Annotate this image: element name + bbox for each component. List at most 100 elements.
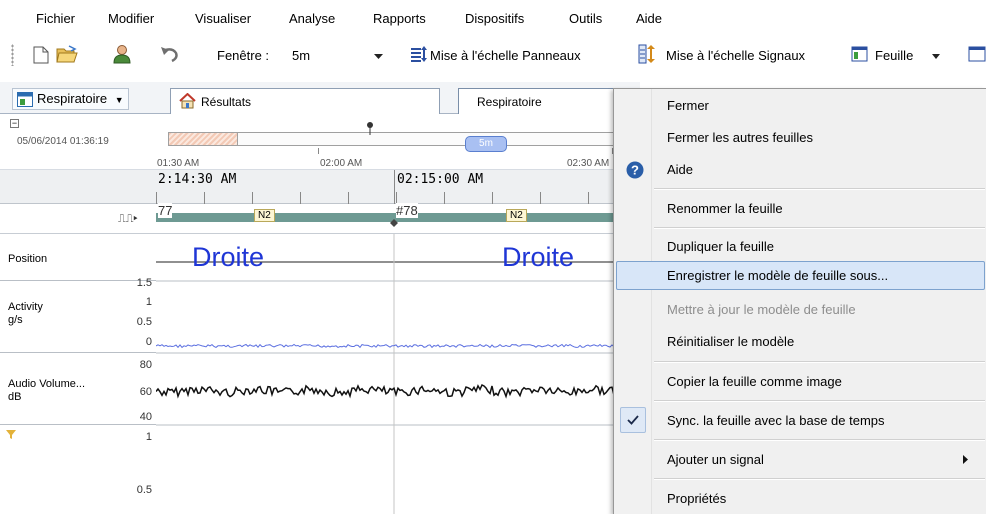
channel-activity[interactable]: Activity g/s 1.5 1 0.5 0 [0, 277, 156, 353]
menu-item-fermer[interactable]: Fermer [616, 91, 985, 120]
chevron-down-icon: ▼ [114, 95, 124, 105]
scale-panels-button[interactable]: Mise à l'échelle Panneaux [430, 48, 581, 63]
channel-unit: g/s [8, 314, 23, 326]
toolbar-grip[interactable] [11, 44, 14, 66]
chevron-down-icon[interactable] [374, 54, 383, 60]
window-label: Fenêtre : [217, 48, 270, 63]
epoch-label-1: #78 [396, 203, 418, 218]
hypnogram-row: ⎍⎍▸ 77 #78 N2 N2 [0, 203, 640, 234]
menu-outils[interactable]: Outils [569, 11, 602, 26]
time-label-1: 02:15:00 AM [397, 172, 484, 187]
menu-separator [654, 478, 985, 480]
menu-visualiser[interactable]: Visualiser [195, 11, 251, 26]
menu-item-label: Mettre à jour le modèle de feuille [667, 302, 856, 317]
menu-separator [654, 227, 985, 229]
time-ruler: 2:14:30 AM 02:15:00 AM [0, 170, 640, 204]
menu-separator [654, 400, 985, 402]
chevron-down-icon[interactable] [932, 54, 940, 59]
window-layout-icon[interactable] [968, 46, 986, 62]
help-icon: ? [626, 161, 644, 179]
overview-date: 05/06/2014 01:36:19 [17, 136, 109, 147]
signal-plot-area[interactable]: Droite Droite [156, 234, 640, 514]
tick-label: 0.5 [136, 484, 152, 496]
sheet-icon[interactable] [851, 46, 868, 62]
scale-panels-icon[interactable] [410, 45, 428, 63]
menu-item-sync[interactable]: Sync. la feuille avec la base de temps [616, 406, 985, 435]
menu-item-dupliquer[interactable]: Dupliquer la feuille [616, 232, 985, 261]
menu-item-label: Propriétés [667, 491, 727, 506]
channel-bottom[interactable]: 1 0.5 [0, 425, 156, 514]
overview-tick-1: 02:00 AM [320, 158, 363, 169]
recorded-range [168, 132, 238, 146]
menu-modifier[interactable]: Modifier [108, 11, 154, 26]
epoch-label-0: 77 [158, 203, 173, 218]
checkmark-icon [627, 415, 639, 425]
menu-rapports[interactable]: Rapports [373, 11, 426, 26]
activity-trace [156, 343, 640, 349]
time-major-tick [394, 170, 395, 204]
position-marker-icon[interactable] [366, 121, 374, 135]
tick-label: 1 [145, 431, 152, 443]
tab-respiratoire[interactable]: Respiratoire [458, 88, 628, 115]
menu-item-aide[interactable]: ? Aide [616, 155, 985, 184]
new-document-icon[interactable] [33, 46, 49, 64]
menu-item-label: Enregistrer le modèle de feuille sous... [667, 268, 889, 283]
overview-tickmark [318, 148, 319, 154]
menu-item-enregistrer-modele[interactable]: Enregistrer le modèle de feuille sous... [616, 261, 985, 290]
menu-item-label: Renommer la feuille [667, 201, 783, 216]
window-select[interactable]: 5m [292, 48, 310, 63]
channel-name: Audio Volume... [8, 378, 86, 390]
collapse-toggle[interactable]: − [10, 119, 19, 128]
channel-position[interactable]: Position [0, 234, 156, 281]
menu-separator [654, 439, 985, 441]
filter-icon[interactable] [6, 430, 16, 439]
sheet-dropdown[interactable]: Feuille [875, 48, 913, 63]
audio-trace [156, 383, 640, 399]
menu-item-proprietes[interactable]: Propriétés [616, 484, 985, 513]
tab-respiratoire-label: Respiratoire [477, 95, 542, 109]
channel-unit: dB [8, 391, 22, 403]
stage-badge-1: N2 [506, 209, 527, 222]
menu-separator [654, 188, 985, 190]
menu-item-fermer-autres[interactable]: Fermer les autres feuilles [616, 123, 985, 152]
hypnogram-icon[interactable]: ⎍⎍▸ [118, 213, 138, 226]
open-folder-icon[interactable] [56, 45, 78, 64]
time-label-0: 2:14:30 AM [158, 172, 237, 187]
menu-item-label: Sync. la feuille avec la base de temps [667, 413, 885, 428]
menu-fichier[interactable]: Fichier [36, 11, 75, 26]
overview-track[interactable] [238, 132, 640, 146]
scale-signals-button[interactable]: Mise à l'échelle Signaux [666, 48, 805, 63]
patient-icon[interactable] [113, 44, 131, 64]
menu-item-ajouter-signal[interactable]: Ajouter un signal [616, 445, 985, 474]
sheet-selector[interactable]: Respiratoire ▼ [12, 88, 129, 110]
undo-icon[interactable] [160, 45, 180, 63]
menu-item-label: Dupliquer la feuille [667, 239, 774, 254]
menu-item-label: Fermer les autres feuilles [667, 130, 813, 145]
menu-item-label: Ajouter un signal [667, 452, 764, 467]
menu-aide[interactable]: Aide [636, 11, 662, 26]
position-value-1: Droite [502, 242, 575, 272]
menu-analyse[interactable]: Analyse [289, 11, 335, 26]
menu-item-mettre-a-jour[interactable]: Mettre à jour le modèle de feuille [616, 295, 985, 324]
sheet-tab-bar: Respiratoire ▼ Résultats Respiratoire [0, 82, 640, 115]
menu-item-label: Fermer [667, 98, 709, 113]
channel-name: Activity [8, 301, 43, 313]
signal-traces [156, 234, 640, 514]
tick-label: 60 [139, 386, 152, 398]
menu-dispositifs[interactable]: Dispositifs [465, 11, 524, 26]
home-icon [179, 93, 196, 109]
overview-tick-0: 01:30 AM [157, 158, 200, 169]
tab-resultats[interactable]: Résultats [170, 88, 440, 115]
window-badge[interactable]: 5m [465, 136, 507, 152]
channel-name: Position [8, 253, 48, 265]
menu-item-label: Aide [667, 162, 694, 177]
scale-signals-icon[interactable] [638, 44, 656, 64]
menu-item-reinitialiser[interactable]: Réinitialiser le modèle [616, 327, 985, 356]
menu-item-renommer[interactable]: Renommer la feuille [616, 194, 985, 223]
menu-item-copier-image[interactable]: Copier la feuille comme image [616, 367, 985, 396]
menu-bar: Fichier Modifier Visualiser Analyse Rapp… [0, 0, 986, 36]
channel-audio-volume[interactable]: Audio Volume... dB 80 60 40 [0, 353, 156, 425]
menu-item-label: Réinitialiser le modèle [667, 334, 795, 349]
tick-label: 1 [145, 296, 152, 308]
chevron-right-icon [963, 455, 968, 464]
